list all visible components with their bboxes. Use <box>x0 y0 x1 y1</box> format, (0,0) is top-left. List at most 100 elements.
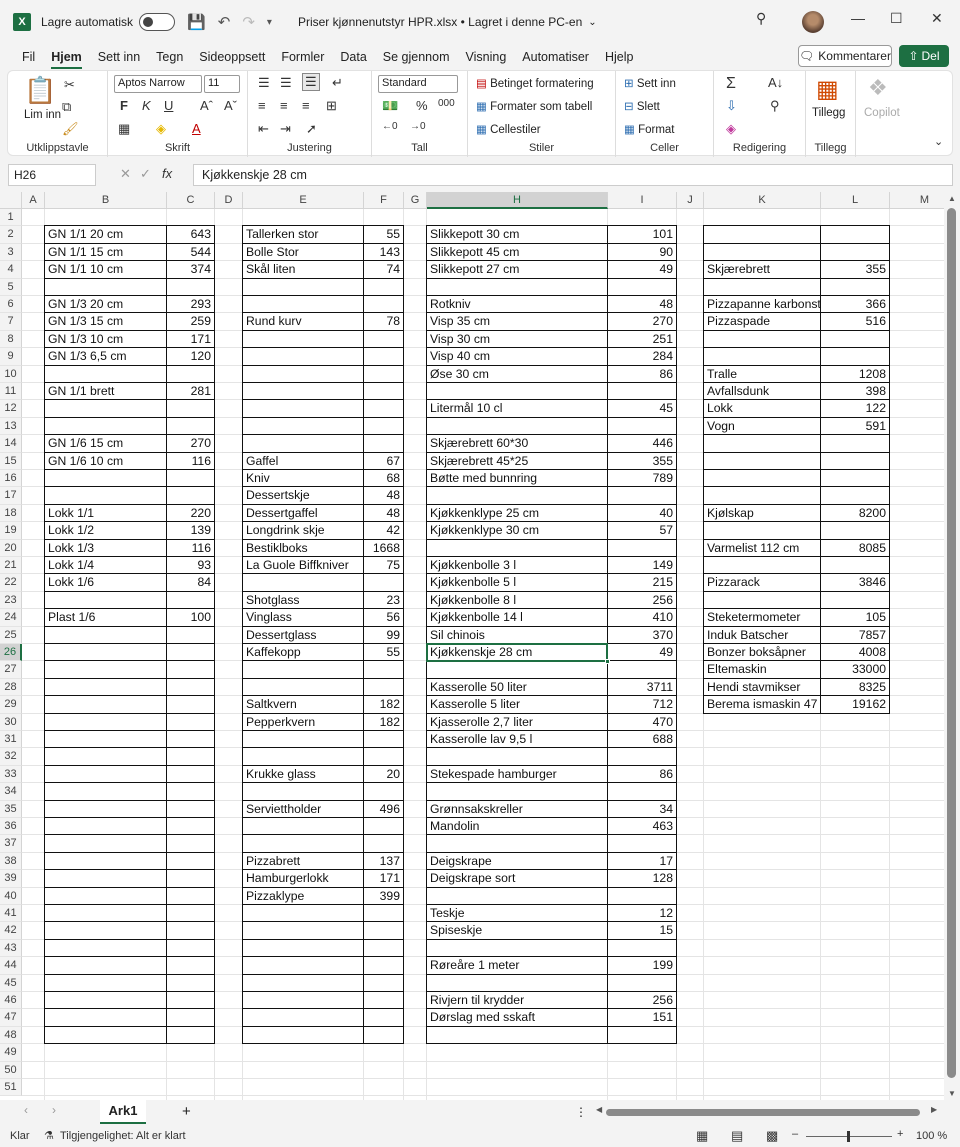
clear-icon[interactable]: ◈ <box>726 121 736 137</box>
row-header-35[interactable]: 35 <box>0 800 22 818</box>
avatar[interactable] <box>802 11 824 33</box>
font-name-dropdown[interactable]: Aptos Narrow <box>114 75 202 93</box>
cell-e23[interactable]: Shotglass <box>243 592 363 609</box>
fill-color-icon[interactable]: ◈ <box>156 121 166 137</box>
sort-filter-icon[interactable]: A↓ <box>768 75 783 90</box>
row-header-18[interactable]: 18 <box>0 504 22 523</box>
cell-f19[interactable]: 42 <box>364 522 403 539</box>
align-top-icon[interactable]: ☰ <box>258 75 270 91</box>
cell-b9[interactable]: GN 1/3 6,5 cm <box>45 348 166 365</box>
tab-draw[interactable]: Tegn <box>148 50 191 64</box>
row-header-27[interactable]: 27 <box>0 661 22 679</box>
cell-h31[interactable]: Kasserolle lav 9,5 l <box>427 731 607 748</box>
cell-l22[interactable]: 3846 <box>821 574 889 591</box>
cell-h38[interactable]: Deigskrape <box>427 853 607 870</box>
column-header-c[interactable]: C <box>167 192 215 209</box>
cell-i24[interactable]: 410 <box>608 609 676 626</box>
row-header-43[interactable]: 43 <box>0 939 22 958</box>
cell-i44[interactable]: 199 <box>608 957 676 974</box>
cell-i12[interactable]: 45 <box>608 400 676 417</box>
cell-i14[interactable]: 446 <box>608 435 676 452</box>
zoom-slider-thumb[interactable] <box>847 1131 850 1142</box>
cell-h22[interactable]: Kjøkkenbolle 5 l <box>427 574 607 591</box>
cell-h2[interactable]: Slikkepott 30 cm <box>427 226 607 243</box>
search-icon[interactable]: ⚲ <box>756 10 766 27</box>
cell-f30[interactable]: 182 <box>364 714 403 731</box>
cell-h9[interactable]: Visp 40 cm <box>427 348 607 365</box>
column-header-a[interactable]: A <box>22 192 45 209</box>
cell-b14[interactable]: GN 1/6 15 cm <box>45 435 166 452</box>
comma-style-icon[interactable]: 000 <box>438 98 455 109</box>
row-header-24[interactable]: 24 <box>0 609 22 627</box>
cell-e24[interactable]: Vinglass <box>243 609 363 626</box>
row-header-19[interactable]: 19 <box>0 522 22 540</box>
cell-l27[interactable]: 33000 <box>821 661 889 678</box>
redo-icon[interactable]: ↷ <box>242 13 255 31</box>
cell-h4[interactable]: Slikkepott 27 cm <box>427 261 607 278</box>
tab-view[interactable]: Visning <box>458 50 515 64</box>
cell-f18[interactable]: 48 <box>364 505 403 522</box>
zoom-out-icon[interactable]: – <box>792 1128 798 1140</box>
cell-i28[interactable]: 3711 <box>608 679 676 696</box>
align-bottom-icon[interactable]: ☰ <box>302 73 320 91</box>
zoom-level[interactable]: 100 % <box>916 1130 947 1142</box>
italic-icon[interactable]: K <box>142 98 151 113</box>
cell-h8[interactable]: Visp 30 cm <box>427 331 607 348</box>
cell-h39[interactable]: Deigskrape sort <box>427 870 607 887</box>
underline-icon[interactable]: U <box>164 98 173 113</box>
cell-k27[interactable]: Eltemaskin <box>704 661 820 678</box>
share-button[interactable]: ⇧ Del <box>899 45 949 67</box>
cell-e26[interactable]: Kaffekopp <box>243 644 363 661</box>
cell-h30[interactable]: Kjasserolle 2,7 liter <box>427 714 607 731</box>
tab-data[interactable]: Data <box>332 50 374 64</box>
cell-h36[interactable]: Mandolin <box>427 818 607 835</box>
paste-button[interactable]: Lim inn <box>24 109 61 122</box>
autosum-icon[interactable]: Σ <box>726 75 736 93</box>
cell-i2[interactable]: 101 <box>608 226 676 243</box>
cell-l24[interactable]: 105 <box>821 609 889 626</box>
cell-i9[interactable]: 284 <box>608 348 676 365</box>
comments-button[interactable]: 🗨 Kommentarer <box>798 45 892 67</box>
cell-l18[interactable]: 8200 <box>821 505 889 522</box>
vertical-scroll-thumb[interactable] <box>947 208 956 1078</box>
cell-h42[interactable]: Spiseskje <box>427 922 607 939</box>
row-header-50[interactable]: 50 <box>0 1061 22 1079</box>
row-header-36[interactable]: 36 <box>0 818 22 836</box>
cell-i6[interactable]: 48 <box>608 296 676 313</box>
align-right-icon[interactable]: ≡ <box>302 98 310 113</box>
font-color-icon[interactable]: A <box>192 121 201 136</box>
cell-k20[interactable]: Varmelist 112 cm <box>704 540 820 557</box>
cell-b11[interactable]: GN 1/1 brett <box>45 383 166 400</box>
cell-f7[interactable]: 78 <box>364 313 403 330</box>
cell-f16[interactable]: 68 <box>364 470 403 487</box>
cell-b21[interactable]: Lokk 1/4 <box>45 557 166 574</box>
cell-e38[interactable]: Pizzabrett <box>243 853 363 870</box>
cell-i3[interactable]: 90 <box>608 244 676 261</box>
cell-styles-button[interactable]: ▦ Cellestiler <box>476 122 541 136</box>
cell-h14[interactable]: Skjærebrett 60*30 <box>427 435 607 452</box>
cell-f3[interactable]: 143 <box>364 244 403 261</box>
cell-h35[interactable]: Grønnsakskreller <box>427 801 607 818</box>
customize-toolbar-icon[interactable]: ▾ <box>267 17 272 28</box>
cell-h23[interactable]: Kjøkkenbolle 8 l <box>427 592 607 609</box>
cell-i22[interactable]: 215 <box>608 574 676 591</box>
column-header-b[interactable]: B <box>45 192 167 209</box>
cell-e21[interactable]: La Guole Biffkniver <box>243 557 363 574</box>
cell-l12[interactable]: 122 <box>821 400 889 417</box>
cell-h41[interactable]: Teskje <box>427 905 607 922</box>
name-box[interactable]: H26 <box>8 164 96 186</box>
row-header-6[interactable]: 6 <box>0 296 22 314</box>
scroll-right-icon[interactable]: ▶ <box>931 1105 937 1114</box>
cell-i4[interactable]: 49 <box>608 261 676 278</box>
normal-view-icon[interactable]: ▦ <box>696 1128 708 1144</box>
maximize-icon[interactable]: ☐ <box>890 10 903 27</box>
cell-b8[interactable]: GN 1/3 10 cm <box>45 331 166 348</box>
tab-splitter-icon[interactable]: ⋮ <box>575 1105 587 1119</box>
cell-k13[interactable]: Vogn <box>704 418 820 435</box>
autosave-toggle[interactable] <box>139 13 176 31</box>
paste-icon[interactable]: 📋 <box>24 75 56 106</box>
row-header-44[interactable]: 44 <box>0 957 22 975</box>
row-header-21[interactable]: 21 <box>0 557 22 575</box>
cell-i42[interactable]: 15 <box>608 922 676 939</box>
format-painter-icon[interactable]: 🖌 <box>62 121 79 137</box>
